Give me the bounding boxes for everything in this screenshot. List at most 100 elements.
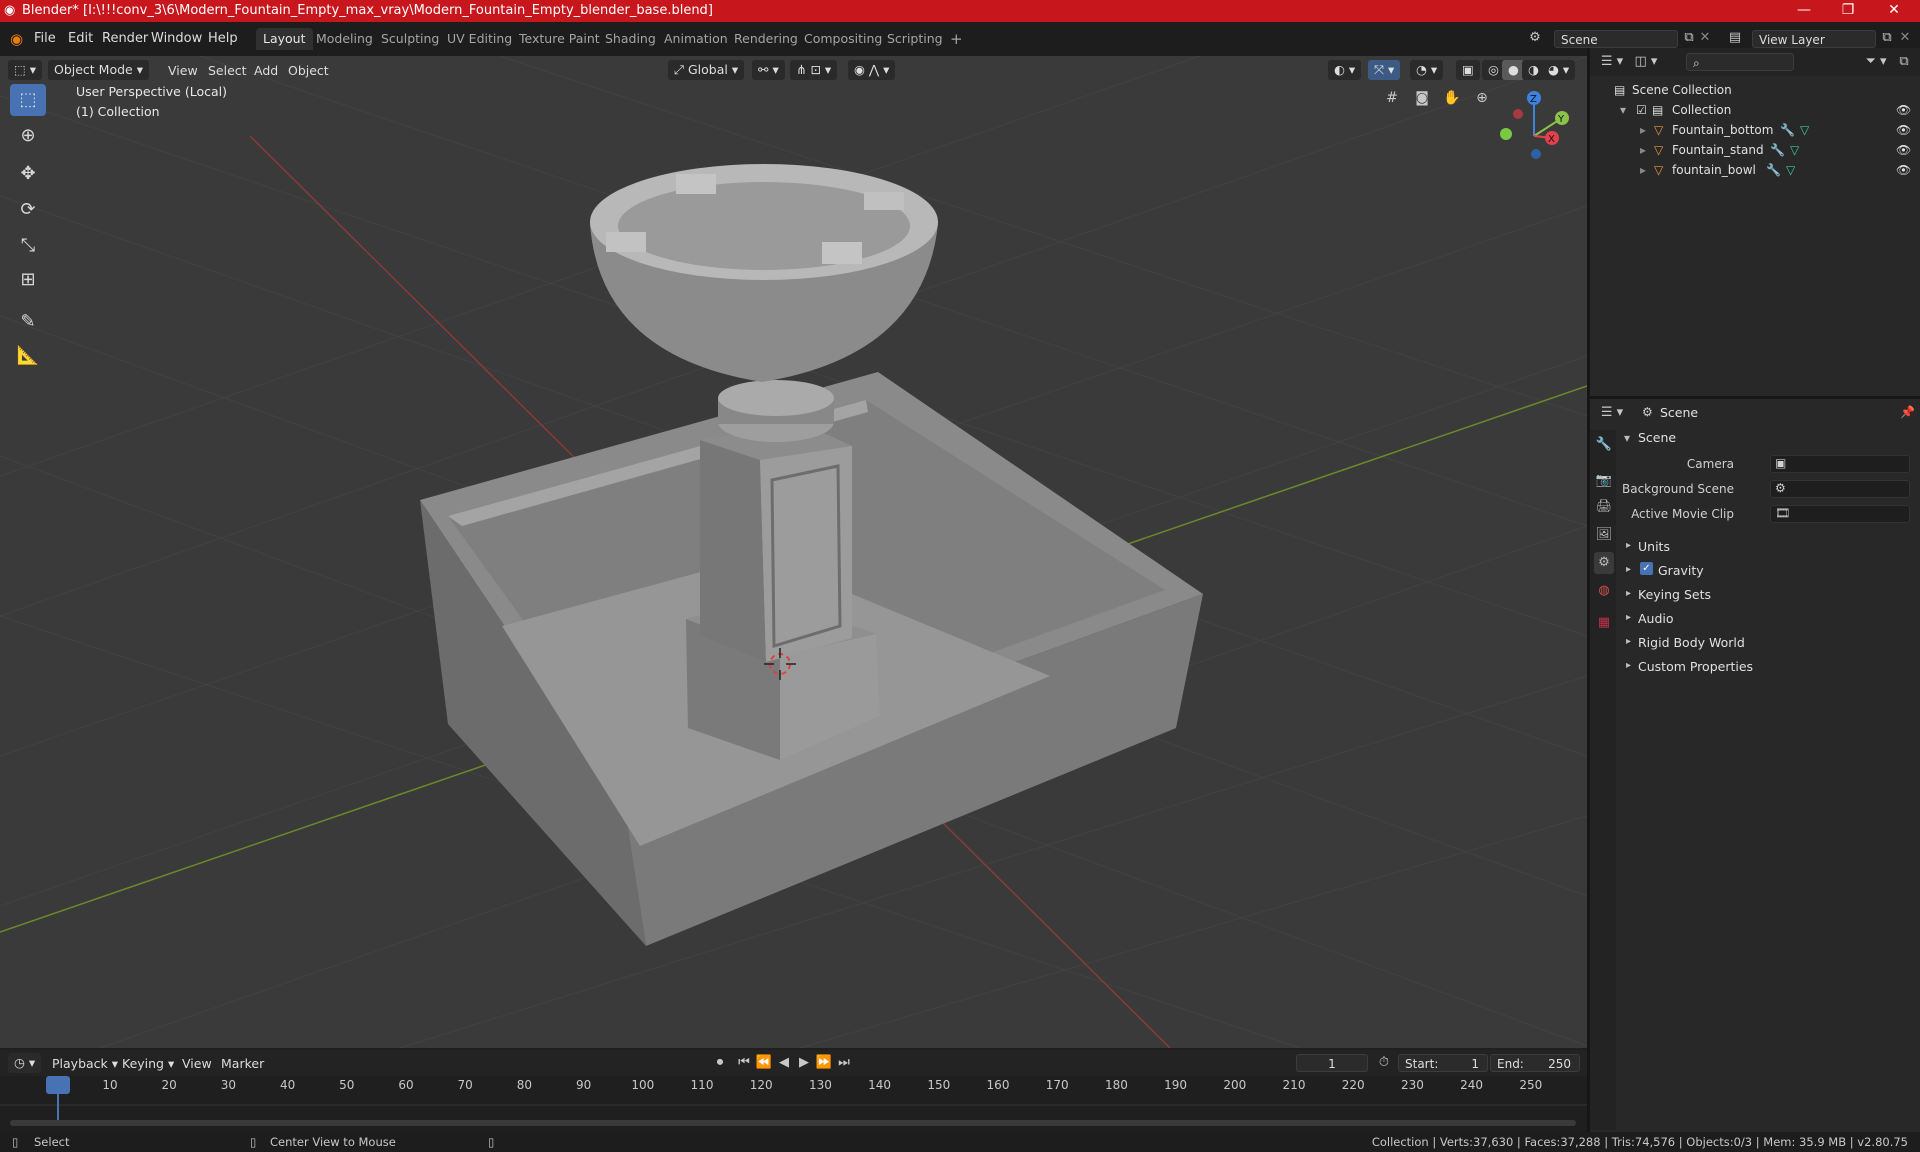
timeline-menu-keying[interactable]: Keying ▾ (122, 1056, 174, 1071)
record-icon[interactable]: ⏺ (710, 1053, 730, 1073)
expand-arrow-icon[interactable]: ▸ (1626, 540, 1631, 551)
expand-arrow-icon[interactable]: ▸ (1626, 660, 1631, 671)
output-tab-icon[interactable]: 🖨 (1594, 496, 1614, 518)
panel-gravity[interactable]: Gravity (1658, 563, 1704, 578)
editor-type-button[interactable]: ⬚ ▾ (8, 60, 43, 80)
scale-tool[interactable]: ⤡ (10, 230, 46, 262)
expand-arrow-icon[interactable]: ▸ (1640, 160, 1646, 180)
transform-orientation-selector[interactable]: ⤢ Global ▾ (668, 60, 745, 80)
delete-scene-icon[interactable]: ✕ (1696, 28, 1714, 48)
menu-file[interactable]: File (34, 31, 56, 46)
restore-button[interactable]: ❐ (1826, 0, 1870, 22)
new-view-layer-icon[interactable]: ⧉ (1878, 28, 1896, 48)
view-layer-tab-icon[interactable]: 🖼 (1594, 524, 1614, 546)
panel-rigid-body-world[interactable]: Rigid Body World (1638, 635, 1745, 650)
pin-icon[interactable]: 📌 (1900, 405, 1915, 419)
expand-arrow-icon[interactable]: ▸ (1640, 140, 1646, 160)
expand-arrow-icon[interactable]: ▸ (1626, 636, 1631, 647)
select-box-tool[interactable]: ⬚ (10, 84, 46, 116)
timeline-editor-type-icon[interactable]: ◷ ▾ (8, 1053, 42, 1073)
tab-animation[interactable]: Animation (657, 28, 735, 50)
outliner-row-fountain-stand[interactable]: ▸ ▽ Fountain_stand 🔧 ▽ 👁 (1590, 140, 1920, 160)
camera-field[interactable]: ▣ (1770, 455, 1910, 473)
snap-toggle[interactable]: ⋔ ⊡ ▾ (790, 60, 838, 80)
jump-start-icon[interactable]: ⏮ (734, 1053, 754, 1073)
gizmo-toggle[interactable]: ⤧ ▾ (1368, 60, 1401, 80)
scene-browse-icon[interactable]: ⚙ (1524, 28, 1546, 48)
world-tab-icon[interactable]: ◍ (1594, 580, 1614, 602)
view-layer-selector[interactable]: View Layer (1752, 30, 1876, 48)
expand-arrow-icon[interactable]: ▸ (1640, 120, 1646, 140)
expand-arrow-icon[interactable]: ▸ (1626, 612, 1631, 623)
timeline-scrollbar[interactable] (10, 1120, 1576, 1126)
viewport-menu-object[interactable]: Object (288, 63, 329, 78)
3d-viewport[interactable]: Z Y X User Perspective (Local) (1) Colle… (0, 56, 1587, 1048)
outliner-row-fountain-bowl[interactable]: ▸ ▽ fountain_bowl 🔧 ▽ 👁 (1590, 160, 1920, 180)
new-collection-icon[interactable]: ⧉ (1892, 52, 1916, 72)
measure-tool[interactable]: 📐 (10, 340, 46, 372)
scene-selector[interactable]: Scene (1554, 30, 1678, 48)
tab-shading[interactable]: Shading (598, 28, 663, 50)
move-tool[interactable]: ✥ (10, 158, 46, 190)
annotate-tool[interactable]: ✎ (10, 306, 46, 338)
start-frame-field[interactable]: Start: 1 (1398, 1054, 1488, 1072)
xray-toggle[interactable]: ▣ (1456, 60, 1480, 80)
transform-tool[interactable]: ⊞ (10, 264, 46, 296)
minimize-button[interactable]: — (1782, 0, 1826, 22)
tab-scripting[interactable]: Scripting (880, 28, 950, 50)
tab-layout[interactable]: Layout (256, 28, 313, 50)
end-frame-field[interactable]: End: 250 (1490, 1054, 1580, 1072)
tab-compositing[interactable]: Compositing (797, 28, 889, 50)
menu-render[interactable]: Render (102, 31, 148, 46)
cursor-tool[interactable]: ⊕ (10, 120, 46, 152)
section-collapse-icon[interactable]: ▾ (1624, 431, 1630, 445)
delete-view-layer-icon[interactable]: ✕ (1896, 28, 1914, 48)
panel-keying-sets[interactable]: Keying Sets (1638, 587, 1711, 602)
tab-uv-editing[interactable]: UV Editing (440, 28, 519, 50)
expand-arrow-icon[interactable]: ▸ (1626, 588, 1631, 599)
modifier-wrench-icon[interactable]: 🔧 (1766, 160, 1781, 180)
visibility-selector[interactable]: ◐ ▾ (1328, 60, 1362, 80)
texture-tab-icon[interactable]: ▦ (1594, 612, 1614, 634)
area-separator[interactable] (1587, 48, 1590, 1132)
tab-texture-paint[interactable]: Texture Paint (512, 28, 607, 50)
viewport-menu-select[interactable]: Select (208, 63, 247, 78)
zoom-icon[interactable]: ⊕ (1470, 88, 1494, 108)
eye-icon[interactable]: 👁 (1896, 120, 1911, 140)
menu-help[interactable]: Help (208, 31, 238, 46)
play-icon[interactable]: ▶ (794, 1053, 814, 1073)
scene-section-title[interactable]: Scene (1638, 430, 1676, 445)
toggle-grid-icon[interactable]: # (1380, 88, 1404, 108)
eye-icon[interactable]: 👁 (1896, 140, 1911, 160)
background-scene-field[interactable]: ⚙ (1770, 480, 1910, 498)
expand-arrow-icon[interactable]: ▸ (1626, 564, 1631, 575)
modifier-wrench-icon[interactable]: 🔧 (1770, 140, 1785, 160)
eye-icon[interactable]: 👁 (1896, 100, 1911, 120)
display-mode-icon[interactable]: ◫ ▾ (1632, 52, 1660, 72)
pivot-point-selector[interactable]: ⚯ ▾ (752, 60, 785, 80)
current-frame-field[interactable]: 1 (1296, 1054, 1368, 1072)
mesh-data-icon[interactable]: ▽ (1786, 160, 1795, 180)
viewport-menu-view[interactable]: View (168, 63, 198, 78)
active-movie-clip-field[interactable]: 🎞 (1770, 505, 1910, 523)
shading-rendered-button[interactable]: ◕ ▾ (1542, 60, 1576, 80)
modifier-wrench-icon[interactable]: 🔧 (1780, 120, 1795, 140)
stopwatch-icon[interactable]: ⏱ (1374, 1053, 1394, 1073)
mesh-data-icon[interactable]: ▽ (1800, 120, 1809, 140)
outliner-editor-type-icon[interactable]: ☰ ▾ (1598, 52, 1626, 72)
tab-rendering[interactable]: Rendering (727, 28, 805, 50)
collapse-arrow-icon[interactable]: ▾ (1620, 100, 1626, 120)
outliner-row-scene-collection[interactable]: ▤ Scene Collection (1590, 80, 1920, 100)
viewport-menu-add[interactable]: Add (254, 63, 278, 78)
close-button[interactable]: ✕ (1872, 0, 1916, 22)
play-reverse-icon[interactable]: ◀ (774, 1053, 794, 1073)
menu-edit[interactable]: Edit (68, 31, 93, 46)
camera-view-icon[interactable]: ◙ (1410, 88, 1434, 108)
scene-tab-icon[interactable]: ⚙ (1594, 552, 1614, 574)
pan-hand-icon[interactable]: ✋ (1440, 88, 1464, 108)
timeline-menu-playback[interactable]: Playback ▾ (52, 1056, 118, 1071)
rotate-tool[interactable]: ⟳ (10, 194, 46, 226)
menu-window[interactable]: Window (151, 31, 202, 46)
current-frame-marker[interactable] (46, 1076, 70, 1094)
panel-units[interactable]: Units (1638, 539, 1670, 554)
